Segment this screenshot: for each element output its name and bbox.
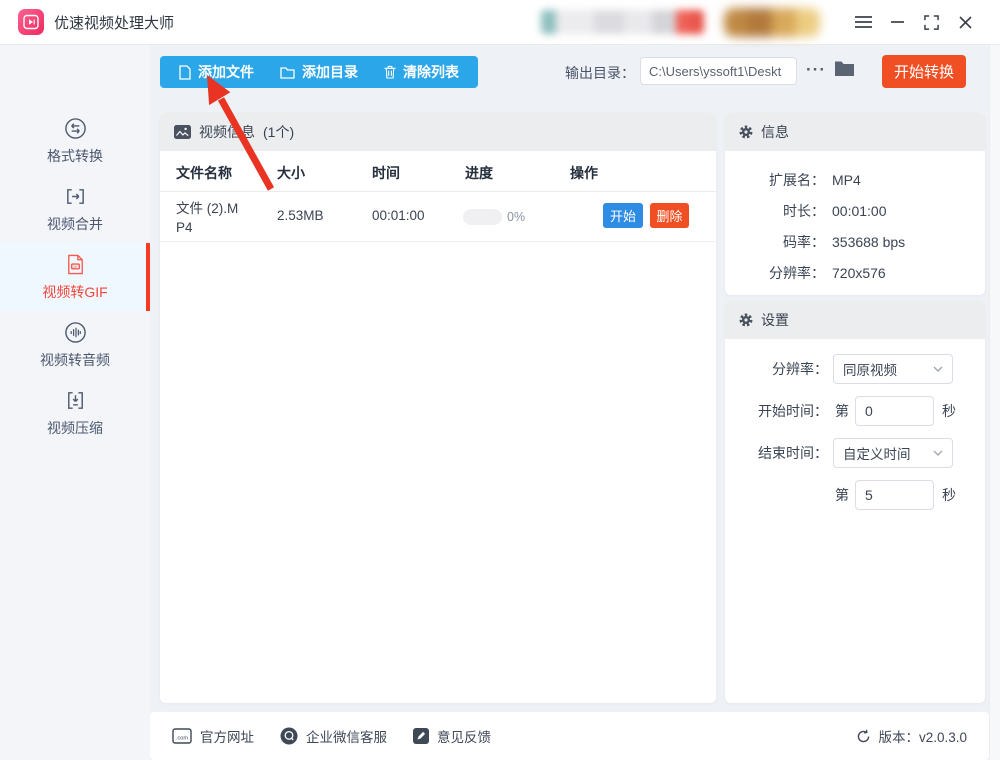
panel-title: 设置 bbox=[761, 312, 789, 328]
setting-resolution: 分辨率： 同原视频 bbox=[725, 354, 985, 384]
menu-icon[interactable] bbox=[846, 7, 880, 37]
setting-end-time-mode: 结束时间： 自定义时间 bbox=[725, 438, 985, 468]
vertical-scrollbar[interactable] bbox=[989, 45, 1000, 760]
svg-text:GIF: GIF bbox=[72, 264, 78, 268]
info-row-bitrate: 码率： 353688 bps bbox=[783, 233, 906, 250]
gear-icon bbox=[739, 125, 753, 139]
sidebar-item-video-compress[interactable]: 视频压缩 bbox=[0, 379, 150, 447]
row-delete-button[interactable]: 删除 bbox=[650, 203, 689, 228]
open-folder-icon[interactable] bbox=[834, 60, 855, 77]
progress-bar bbox=[463, 209, 502, 225]
table-header-row: 文件名称 大小 时间 进度 操作 bbox=[160, 151, 716, 192]
sidebar-item-video-to-audio[interactable]: 视频转音频 bbox=[0, 311, 150, 379]
info-row-resolution: 分辨率： 720x576 bbox=[769, 264, 886, 281]
sidebar: 格式转换 视频合并 GIF 视频转GIF 视频转音频 视频压缩 bbox=[0, 45, 150, 760]
sidebar-item-video-to-gif[interactable]: GIF 视频转GIF bbox=[0, 243, 150, 311]
info-panel: 信息 扩展名： MP4 时长： 00:01:00 码率： 353688 bps … bbox=[725, 113, 985, 295]
official-website-link[interactable]: .com 官方网址 bbox=[172, 726, 254, 746]
column-actions: 操作 bbox=[570, 165, 598, 181]
feedback-icon bbox=[413, 728, 429, 744]
table-row: 文件 (2).MP4 2.53MB 00:01:00 0% 开始 删除 bbox=[160, 192, 716, 242]
app-title: 优速视频处理大师 bbox=[54, 14, 175, 32]
file-name: 文件 (2).MP4 bbox=[176, 201, 239, 235]
sidebar-item-video-merge[interactable]: 视频合并 bbox=[0, 175, 150, 243]
bitrate-value: 353688 bps bbox=[832, 233, 906, 250]
video-merge-icon bbox=[66, 188, 84, 204]
sidebar-item-label: 视频转音频 bbox=[40, 351, 110, 368]
add-file-button[interactable]: 添加文件 bbox=[166, 56, 267, 88]
video-to-gif-icon: GIF bbox=[67, 254, 83, 274]
version-text: 版本：v2.0.3.0 bbox=[878, 730, 967, 745]
column-size: 大小 bbox=[277, 165, 305, 181]
folder-icon bbox=[280, 66, 295, 79]
app-logo-icon bbox=[18, 9, 44, 35]
info-panel-header: 信息 bbox=[725, 113, 985, 151]
wechat-support-link[interactable]: 企业微信客服 bbox=[280, 726, 387, 746]
browse-more-button[interactable]: ··· bbox=[803, 55, 829, 85]
file-duration: 00:01:00 bbox=[372, 208, 425, 223]
panel-title: 信息 bbox=[761, 124, 789, 140]
footer-bar: .com 官方网址 企业微信客服 意见反馈 版本：v2.0.3.0 bbox=[150, 712, 989, 760]
file-list-header: 视频信息 (1个) bbox=[160, 113, 716, 151]
sidebar-item-label: 视频压缩 bbox=[47, 419, 103, 436]
progress-percent: 0% bbox=[507, 210, 526, 224]
sidebar-item-label: 视频合并 bbox=[47, 215, 103, 232]
column-filename: 文件名称 bbox=[176, 165, 232, 181]
section-title: 视频信息 bbox=[199, 124, 255, 140]
version-info: 版本：v2.0.3.0 bbox=[856, 726, 967, 746]
close-icon[interactable] bbox=[948, 7, 982, 37]
file-icon bbox=[179, 64, 191, 80]
refresh-icon[interactable] bbox=[856, 729, 871, 744]
setting-end-time-value: 第 秒 bbox=[725, 480, 985, 510]
website-icon: .com bbox=[172, 728, 192, 744]
output-directory-input[interactable] bbox=[640, 57, 797, 85]
redacted-account-info bbox=[541, 10, 704, 34]
column-progress: 进度 bbox=[465, 165, 493, 181]
video-compress-icon bbox=[67, 391, 83, 409]
minimize-icon[interactable] bbox=[880, 7, 914, 37]
column-time: 时间 bbox=[372, 165, 400, 181]
svg-text:.com: .com bbox=[176, 736, 188, 742]
start-convert-button[interactable]: 开始转换 bbox=[882, 55, 966, 88]
chevron-down-icon bbox=[933, 450, 943, 456]
info-row-extension: 扩展名： MP4 bbox=[769, 171, 861, 188]
end-time-input[interactable] bbox=[855, 480, 934, 510]
start-time-input[interactable] bbox=[855, 396, 934, 426]
duration-value: 00:01:00 bbox=[832, 202, 887, 219]
setting-start-time: 开始时间： 第 秒 bbox=[725, 396, 985, 426]
wechat-service-icon bbox=[280, 727, 298, 745]
file-count: (1个) bbox=[263, 124, 295, 140]
toolbar-button-group: 添加文件 添加目录 清除列表 bbox=[160, 56, 478, 88]
trash-icon bbox=[384, 65, 396, 79]
output-directory-label: 输出目录： bbox=[565, 65, 635, 81]
clear-list-button[interactable]: 清除列表 bbox=[371, 56, 472, 88]
extension-value: MP4 bbox=[832, 171, 861, 188]
file-size: 2.53MB bbox=[277, 208, 324, 223]
add-directory-button[interactable]: 添加目录 bbox=[267, 56, 371, 88]
row-start-button[interactable]: 开始 bbox=[603, 203, 643, 228]
video-info-icon bbox=[174, 125, 191, 139]
sidebar-item-format-convert[interactable]: 格式转换 bbox=[0, 107, 150, 175]
video-to-audio-icon bbox=[64, 321, 86, 343]
format-convert-icon bbox=[64, 117, 86, 139]
gear-icon bbox=[739, 313, 753, 327]
redacted-badge bbox=[724, 7, 820, 37]
maximize-icon[interactable] bbox=[914, 7, 948, 37]
sidebar-item-label: 格式转换 bbox=[47, 147, 103, 164]
sidebar-item-label: 视频转GIF bbox=[42, 283, 108, 300]
feedback-link[interactable]: 意见反馈 bbox=[413, 726, 491, 746]
resolution-value: 720x576 bbox=[832, 264, 886, 281]
titlebar: 优速视频处理大师 bbox=[0, 0, 1000, 45]
resolution-dropdown[interactable]: 同原视频 bbox=[833, 354, 953, 384]
settings-panel-header: 设置 bbox=[725, 301, 985, 339]
info-row-duration: 时长： 00:01:00 bbox=[783, 202, 887, 219]
chevron-down-icon bbox=[933, 366, 943, 372]
file-list-panel: 视频信息 (1个) 文件名称 大小 时间 进度 操作 文件 (2).MP4 2.… bbox=[160, 113, 716, 703]
settings-panel: 设置 分辨率： 同原视频 开始时间： 第 秒 结束时间： 自定义时间 第 bbox=[725, 301, 985, 703]
end-time-mode-dropdown[interactable]: 自定义时间 bbox=[833, 438, 953, 468]
